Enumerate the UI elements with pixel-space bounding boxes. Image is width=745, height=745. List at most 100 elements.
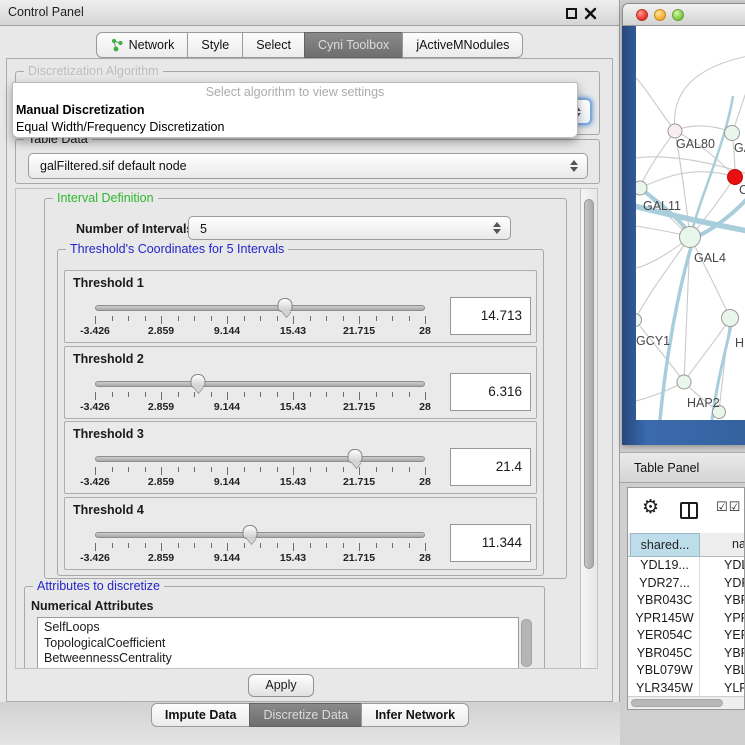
list-scrollbar-thumb[interactable] [521, 619, 532, 667]
num-intervals-combobox[interactable]: 5 [188, 216, 511, 240]
tab-impute-data[interactable]: Impute Data [151, 703, 251, 727]
list-item[interactable]: BetweennessCentrality [44, 651, 518, 667]
group-title: Discretization Algorithm [24, 64, 163, 79]
close-icon[interactable] [584, 7, 597, 20]
tab-cyni-toolbox[interactable]: Cyni Toolbox [304, 32, 403, 58]
threshold-row-2: Threshold 2 -3.426 2.859 9.144 15.43 [64, 346, 537, 419]
scale-label: 9.144 [214, 552, 240, 564]
cell: YDR2 [724, 575, 745, 593]
table-row[interactable]: YPR145WYPR1 [628, 610, 744, 628]
popup-item-equal-width-frequency[interactable]: Equal Width/Frequency Discretization [13, 119, 577, 136]
scale-label: 21.715 [343, 476, 375, 488]
window-controls [636, 9, 684, 21]
tab-label: Cyni Toolbox [318, 33, 389, 57]
column-header-shared-name[interactable]: shared... [630, 533, 700, 557]
threshold-value-field[interactable]: 14.713 [450, 297, 531, 335]
scale-label: 15.43 [280, 325, 306, 337]
slider-scale: -3.426 2.859 9.144 15.43 21.715 28 [95, 401, 425, 414]
gear-icon[interactable]: ⚙ [642, 496, 659, 518]
settings-vertical-scrollbar[interactable] [580, 189, 597, 668]
table-data-combobox[interactable]: galFiltered.sif default node [28, 153, 588, 179]
minimize-window-icon[interactable] [654, 9, 666, 21]
tab-label: Style [201, 33, 229, 57]
top-tab-bar: Network Style Select Cyni Toolbox jActiv… [0, 26, 619, 58]
table-row[interactable]: YDR27...YDR2 [628, 575, 744, 593]
table-row[interactable]: YBR045CYBR0 [628, 645, 744, 663]
cell: YBR0 [724, 645, 745, 663]
threshold-value-field[interactable]: 11.344 [450, 524, 531, 562]
threshold-row-4: Threshold 4 -3.426 2.859 9.144 15.43 [64, 497, 537, 570]
scale-label: 2.859 [148, 325, 174, 337]
popup-item-manual-discretization[interactable]: Manual Discretization [13, 102, 577, 119]
table-toolbar: ⚙ ☑☑ [628, 488, 744, 532]
bottom-tab-bar: Impute Data Discretize Data Infer Networ… [0, 703, 620, 729]
scale-label: 15.43 [280, 552, 306, 564]
scrollbar-thumb[interactable] [631, 699, 723, 707]
scale-label: -3.426 [80, 476, 110, 488]
network-node[interactable] [725, 126, 740, 141]
scale-label: 2.859 [148, 476, 174, 488]
checkbox-icons[interactable]: ☑☑ [716, 500, 741, 515]
tab-infer-network[interactable]: Infer Network [361, 703, 469, 727]
table-row[interactable]: YBL079WYBL0 [628, 662, 744, 680]
tab-label: Network [129, 33, 175, 57]
scale-label: 2.859 [148, 552, 174, 564]
network-node[interactable] [680, 227, 701, 248]
tab-style[interactable]: Style [187, 32, 243, 58]
table-panel-titlebar: Table Panel [620, 452, 745, 483]
threshold-slider[interactable] [95, 456, 425, 462]
control-panel-titlebar: Control Panel [0, 0, 619, 26]
tab-jactivemnodules[interactable]: jActiveMNodules [402, 32, 523, 58]
slider-scale: -3.426 2.859 9.144 15.43 21.715 28 [95, 325, 425, 338]
list-item[interactable]: TopologicalCoefficient [44, 636, 518, 652]
num-intervals-value: 5 [200, 217, 207, 241]
numerical-attributes-list[interactable]: SelfLoops TopologicalCoefficient Between… [37, 617, 519, 669]
slider-scale: -3.426 2.859 9.144 15.43 21.715 28 [95, 476, 425, 489]
scrollbar-thumb[interactable] [584, 199, 594, 569]
scale-label: 15.43 [280, 476, 306, 488]
float-window-icon[interactable] [566, 8, 577, 19]
settings-scrollpane: Interval Definition Number of Intervals … [15, 188, 598, 669]
tab-discretize-data[interactable]: Discretize Data [249, 703, 362, 727]
network-canvas[interactable]: GAL80 GA C GAL11 GAL4 GCY1 H HAP2 [636, 26, 745, 420]
tab-select[interactable]: Select [242, 32, 305, 58]
network-node[interactable] [722, 310, 739, 327]
cell: YBL079W [630, 662, 700, 680]
right-panel: GAL80 GA C GAL11 GAL4 GCY1 H HAP2 Table … [620, 0, 745, 745]
network-node[interactable] [668, 124, 682, 138]
scale-label: 21.715 [343, 325, 375, 337]
close-window-icon[interactable] [636, 9, 648, 21]
scale-label: 28 [419, 325, 431, 337]
list-item[interactable]: SelfLoops [44, 620, 518, 636]
scale-label: 28 [419, 476, 431, 488]
table-row[interactable]: YLR345WYLR3 [628, 680, 744, 698]
table-row[interactable]: YBR043CYBR0 [628, 592, 744, 610]
threshold-value-field[interactable]: 21.4 [450, 448, 531, 486]
network-icon [110, 38, 124, 52]
table-row[interactable]: YDL19...YDL1 [628, 557, 744, 575]
network-node[interactable] [636, 314, 642, 327]
threshold-slider[interactable] [95, 532, 425, 538]
threshold-slider[interactable] [95, 305, 425, 311]
slider-thumb[interactable] [278, 298, 293, 312]
column-view-icon[interactable] [680, 502, 698, 519]
cell: YER054C [630, 627, 700, 645]
table-horizontal-scrollbar[interactable] [628, 696, 744, 709]
zoom-window-icon[interactable] [672, 9, 684, 21]
network-node[interactable] [636, 181, 647, 195]
threshold-value-field[interactable]: 6.316 [450, 373, 531, 411]
settings-content: Interval Definition Number of Intervals … [16, 189, 582, 669]
network-window-titlebar [622, 3, 745, 26]
tab-network[interactable]: Network [96, 32, 189, 58]
scale-label: 9.144 [214, 476, 240, 488]
apply-button[interactable]: Apply [248, 674, 314, 697]
threshold-slider[interactable] [95, 381, 425, 387]
column-header-name[interactable]: na [732, 533, 745, 556]
network-node[interactable] [677, 375, 691, 389]
slider-thumb[interactable] [243, 525, 258, 539]
thresholds-group: Threshold's Coordinates for 5 Intervals … [57, 249, 544, 576]
table-row[interactable]: YER054CYER0 [628, 627, 744, 645]
slider-thumb[interactable] [190, 374, 205, 388]
slider-thumb[interactable] [348, 449, 363, 463]
slider-ticks [95, 316, 425, 325]
